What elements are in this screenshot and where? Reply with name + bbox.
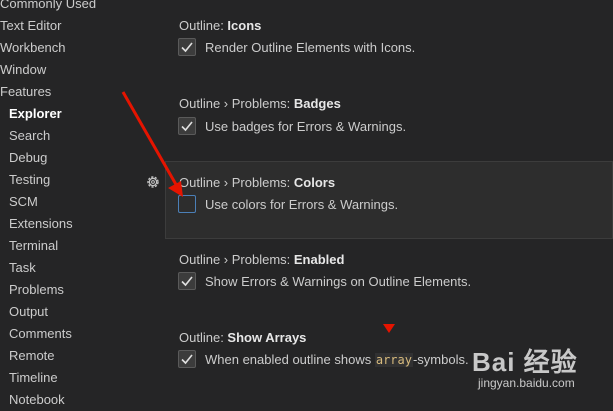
setting-name: Show Arrays [227,330,307,345]
checkmark-icon [181,121,193,132]
sidebar-item-explorer[interactable]: Explorer [0,103,160,125]
show-arrays-checkbox[interactable] [178,350,196,368]
sidebar-item-text-editor[interactable]: Text Editor [0,15,160,37]
gear-icon[interactable] [145,174,161,190]
setting-name: Colors [293,175,336,190]
sidebar-item-workbench[interactable]: Workbench [0,37,160,59]
setting-title: Outline › Problems: Colors [179,175,335,190]
watermark-brand: Bai 经验 [472,347,578,377]
badges-checkbox[interactable] [178,117,196,135]
sidebar-item-problems[interactable]: Problems [0,279,160,301]
setting-title: Outline › Problems: Badges [179,96,341,111]
setting-description: Render Outline Elements with Icons. [205,39,416,55]
checkmark-icon [181,276,193,287]
sidebar-item-debug[interactable]: Debug [0,147,160,169]
sidebar-item-extensions[interactable]: Extensions [0,213,160,235]
sidebar-item-notebook[interactable]: Notebook [0,389,160,411]
setting-outline-problems-badges: Outline › Problems: Badges Use badges fo… [165,78,613,162]
sidebar-item-timeline[interactable]: Timeline [0,367,160,389]
setting-name: Icons [227,18,262,33]
setting-category: Outline › Problems: [179,252,294,267]
description-text: -symbols. [412,351,469,367]
sidebar-item-terminal[interactable]: Terminal [0,235,160,257]
setting-category: Outline › Problems: [179,175,294,190]
setting-outline-problems-enabled: Outline › Problems: Enabled Show Errors … [165,239,613,317]
red-marker-icon [383,324,395,333]
checkmark-icon [181,354,193,365]
setting-name: Enabled [293,252,345,267]
setting-title: Outline: Icons [179,18,261,33]
sidebar-item-commonly-used[interactable]: Commonly Used [0,0,160,15]
checkmark-icon [181,42,193,53]
baidu-watermark: Bai 经验 jingyan.baidu.com [470,340,610,400]
sidebar-item-comments[interactable]: Comments [0,323,160,345]
setting-description: Use colors for Errors & Warnings. [205,196,399,212]
sidebar-item-remote[interactable]: Remote [0,345,160,367]
setting-title: Outline › Problems: Enabled [179,252,344,267]
setting-outline-icons: Outline: Icons Render Outline Elements w… [165,0,613,78]
enabled-checkbox[interactable] [178,272,196,290]
setting-category: Outline › Problems: [179,96,294,111]
sidebar-item-output[interactable]: Output [0,301,160,323]
sidebar-item-window[interactable]: Window [0,59,160,81]
setting-outline-problems-colors: Outline › Problems: Colors Use colors fo… [165,161,613,239]
setting-description: Show Errors & Warnings on Outline Elemen… [205,273,472,289]
inline-code: array [374,352,413,367]
description-text: When enabled outline shows [205,351,375,367]
sidebar-item-search[interactable]: Search [0,125,160,147]
settings-toc-sidebar: Commonly Used Text Editor Workbench Wind… [0,0,160,411]
icons-checkbox[interactable] [178,38,196,56]
setting-category: Outline: [179,18,228,33]
sidebar-item-scm[interactable]: SCM [0,191,160,213]
setting-name: Badges [293,96,341,111]
watermark-url: jingyan.baidu.com [478,376,575,390]
setting-description: When enabled outline shows array-symbols… [205,352,469,367]
setting-description: Use badges for Errors & Warnings. [205,118,407,134]
sidebar-item-testing[interactable]: Testing [0,169,160,191]
setting-title: Outline: Show Arrays [179,330,306,345]
setting-category: Outline: [179,330,228,345]
sidebar-item-task[interactable]: Task [0,257,160,279]
sidebar-item-features[interactable]: Features [0,81,160,103]
colors-checkbox[interactable] [178,195,196,213]
